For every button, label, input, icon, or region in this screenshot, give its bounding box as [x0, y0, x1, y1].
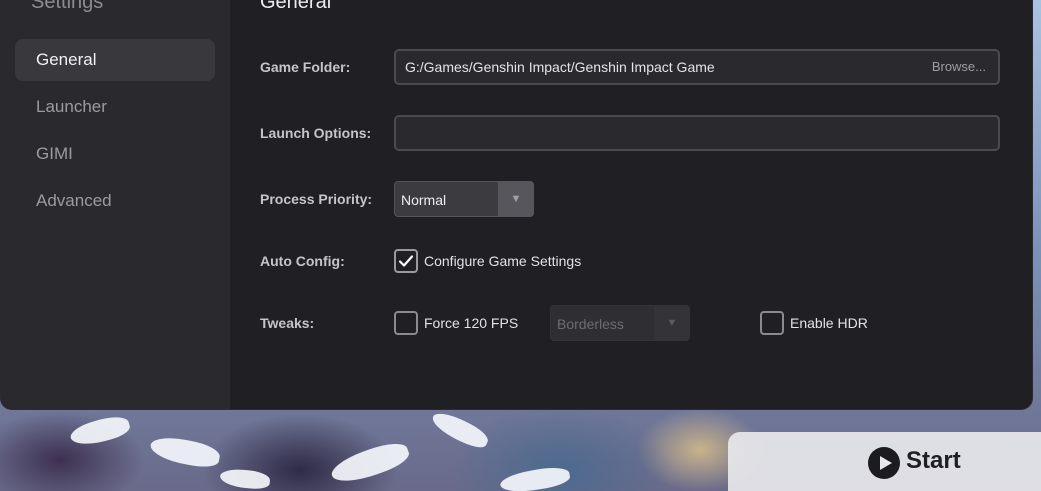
force-120-fps-checkbox[interactable] — [394, 311, 418, 335]
dropdown-arrow-icon: ▼ — [654, 305, 690, 341]
launch-options-label: Launch Options: — [260, 125, 372, 141]
auto-config-label: Auto Config: — [260, 253, 345, 269]
sidebar-item-launcher[interactable]: Launcher — [15, 86, 215, 128]
start-button-label: Start — [906, 447, 961, 474]
window-mode-select: Borderless ▼ — [550, 305, 690, 341]
configure-game-settings-checkbox[interactable] — [394, 249, 418, 273]
bird-decoration — [498, 464, 572, 491]
sidebar-item-gimi[interactable]: GIMI — [15, 133, 215, 175]
enable-hdr-label[interactable]: Enable HDR — [790, 315, 868, 331]
process-priority-label: Process Priority: — [260, 191, 373, 207]
enable-hdr-checkbox[interactable] — [760, 311, 784, 335]
bird-decoration — [68, 412, 132, 450]
game-folder-value: G:/Games/Genshin Impact/Genshin Impact G… — [405, 59, 715, 75]
settings-main-panel: General Game Folder: G:/Games/Genshin Im… — [230, 0, 1032, 409]
browse-button[interactable]: Browse... — [932, 51, 986, 83]
start-button[interactable]: Start — [728, 432, 1041, 491]
settings-sidebar: Settings General Launcher GIMI Advanced — [1, 0, 230, 409]
window-mode-value: Borderless — [550, 305, 654, 341]
tweaks-label: Tweaks: — [260, 315, 315, 331]
bird-decoration — [428, 408, 492, 452]
process-priority-select[interactable]: Normal ▼ — [394, 181, 534, 217]
bird-decoration — [148, 434, 222, 470]
dropdown-arrow-icon: ▼ — [498, 181, 534, 217]
settings-window: Settings General Launcher GIMI Advanced … — [0, 0, 1033, 410]
game-folder-input[interactable]: G:/Games/Genshin Impact/Genshin Impact G… — [394, 49, 1000, 85]
bird-decoration — [219, 467, 271, 491]
checkmark-icon — [398, 255, 414, 267]
game-folder-label: Game Folder: — [260, 59, 351, 75]
configure-game-settings-label[interactable]: Configure Game Settings — [424, 253, 581, 269]
play-icon — [868, 447, 900, 479]
force-120-fps-label[interactable]: Force 120 FPS — [424, 315, 518, 331]
page-title: General — [260, 0, 332, 13]
process-priority-value: Normal — [394, 181, 498, 217]
bird-decoration — [327, 437, 413, 489]
sidebar-title: Settings — [31, 0, 104, 13]
sidebar-item-general[interactable]: General — [15, 39, 215, 81]
launch-options-input[interactable] — [394, 115, 1000, 151]
sidebar-item-advanced[interactable]: Advanced — [15, 180, 215, 222]
